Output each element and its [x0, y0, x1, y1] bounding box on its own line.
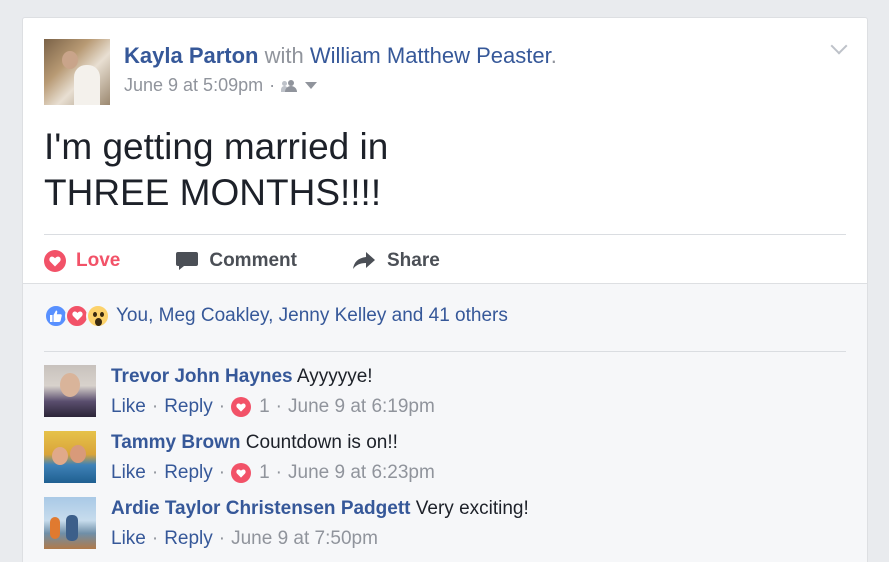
divider: [44, 234, 846, 235]
comment-like-link[interactable]: Like: [111, 395, 146, 419]
commenter-name-link[interactable]: Trevor John Haynes: [111, 366, 293, 387]
post-header: Kayla Parton with William Matthew Peaste…: [124, 43, 557, 69]
separator: ·: [151, 528, 159, 549]
post-text-line: I'm getting married in: [44, 126, 389, 167]
comment-timestamp[interactable]: June 9 at 6:23pm: [288, 461, 435, 485]
post-options-chevron-icon[interactable]: [830, 37, 848, 55]
reactions-text[interactable]: You, Meg Coakley, Jenny Kelley and 41 ot…: [116, 305, 508, 327]
separator: ·: [218, 396, 226, 417]
separator: ·: [151, 396, 159, 417]
comment-like-link[interactable]: Like: [111, 461, 146, 485]
reaction-count[interactable]: 1: [259, 461, 270, 485]
heart-icon: [44, 250, 66, 272]
author-avatar[interactable]: [44, 39, 110, 105]
comment-text: Ayyyyye!: [296, 366, 373, 387]
wow-icon: [86, 304, 110, 328]
with-label: with: [264, 43, 304, 68]
separator: ·: [218, 462, 226, 483]
share-button[interactable]: Share: [352, 250, 440, 272]
post-meta: June 9 at 5:09pm ·: [124, 75, 318, 96]
commenter-avatar[interactable]: [44, 431, 96, 483]
comment-text: Countdown is on!!: [245, 432, 398, 453]
separator: ·: [275, 396, 282, 417]
action-bar: Love Comment Share: [44, 243, 496, 279]
share-label: Share: [386, 250, 440, 271]
commenter-name-link[interactable]: Tammy Brown: [111, 432, 241, 453]
comment-bubble-icon: [176, 252, 199, 270]
post-footer: You, Meg Coakley, Jenny Kelley and 41 ot…: [23, 283, 867, 562]
meta-separator: ·: [269, 75, 276, 95]
commenter-avatar[interactable]: [44, 497, 96, 549]
separator: ·: [218, 528, 226, 549]
post-text-line: THREE MONTHS!!!!: [44, 172, 382, 213]
commenter-avatar[interactable]: [44, 365, 96, 417]
friends-icon[interactable]: [281, 79, 299, 92]
tag-period: .: [550, 43, 557, 68]
author-name-link[interactable]: Kayla Parton: [124, 43, 259, 68]
reactions-summary[interactable]: You, Meg Coakley, Jenny Kelley and 41 ot…: [44, 304, 508, 328]
reaction-count[interactable]: 1: [259, 395, 270, 419]
audience-dropdown-icon[interactable]: [305, 82, 318, 89]
comment-button[interactable]: Comment: [176, 250, 297, 272]
separator: ·: [151, 462, 159, 483]
post-card: Kayla Parton with William Matthew Peaste…: [22, 17, 868, 562]
love-reaction-icon[interactable]: [231, 397, 252, 417]
comment-reply-link[interactable]: Reply: [164, 461, 213, 485]
comment-label: Comment: [209, 250, 297, 271]
comment-item: Trevor John Haynes Ayyyyye! Like · Reply…: [44, 365, 435, 419]
share-arrow-icon: [352, 252, 375, 269]
comment-like-link[interactable]: Like: [111, 527, 146, 551]
love-button[interactable]: Love: [44, 250, 120, 272]
separator: ·: [275, 462, 282, 483]
comment-reply-link[interactable]: Reply: [164, 395, 213, 419]
comment-text: Very exciting!: [415, 498, 529, 519]
comment-item: Ardie Taylor Christensen Padgett Very ex…: [44, 497, 529, 551]
tagged-person-link[interactable]: William Matthew Peaster: [310, 43, 551, 68]
comment-timestamp[interactable]: June 9 at 7:50pm: [231, 527, 378, 551]
post-timestamp[interactable]: June 9 at 5:09pm: [124, 75, 263, 96]
reaction-icons: [44, 304, 110, 328]
love-label: Love: [76, 250, 121, 271]
comment-timestamp[interactable]: June 9 at 6:19pm: [288, 395, 435, 419]
divider: [44, 351, 846, 352]
love-reaction-icon[interactable]: [231, 463, 252, 483]
comment-item: Tammy Brown Countdown is on!! Like · Rep…: [44, 431, 435, 485]
post-text: I'm getting married in THREE MONTHS!!!!: [44, 124, 644, 216]
comment-reply-link[interactable]: Reply: [164, 527, 213, 551]
commenter-name-link[interactable]: Ardie Taylor Christensen Padgett: [111, 498, 411, 519]
